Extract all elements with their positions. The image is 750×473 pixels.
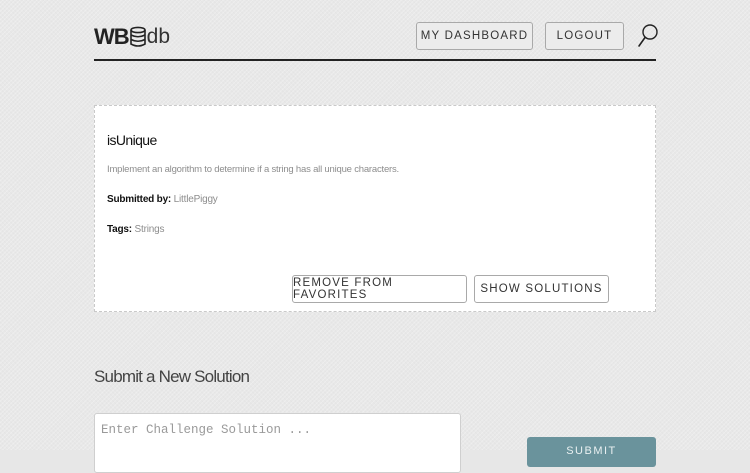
submitted-by-user-link[interactable]: LittlePiggy bbox=[174, 194, 218, 205]
site-header: WB db MY DASHBOARD LOGOUT bbox=[94, 0, 659, 61]
submitted-by-label: Submitted by: bbox=[107, 194, 172, 205]
database-stack-icon bbox=[129, 26, 146, 47]
logo-wb-text: WB bbox=[94, 24, 130, 49]
tag-link[interactable]: Strings bbox=[135, 224, 165, 235]
submitted-by-line: Submitted by: LittlePiggy bbox=[107, 194, 218, 205]
show-solutions-button[interactable]: SHOW SOLUTIONS bbox=[474, 275, 609, 303]
challenge-description: Implement an algorithm to determine if a… bbox=[107, 164, 399, 175]
submit-solution-heading: Submit a New Solution bbox=[94, 367, 250, 386]
submit-button[interactable]: SUBMIT bbox=[527, 437, 656, 467]
tags-line: Tags: Strings bbox=[107, 224, 164, 235]
logout-button[interactable]: LOGOUT bbox=[545, 22, 624, 50]
search-icon[interactable] bbox=[637, 23, 659, 49]
solution-input[interactable] bbox=[94, 413, 461, 473]
challenge-card: isUnique Implement an algorithm to deter… bbox=[94, 105, 656, 312]
logo-db-text: db bbox=[146, 25, 171, 48]
remove-from-favorites-button[interactable]: REMOVE FROM FAVORITES bbox=[292, 275, 467, 303]
tags-label: Tags: bbox=[107, 224, 132, 235]
challenge-title: isUnique bbox=[107, 132, 157, 148]
site-logo[interactable]: WB db bbox=[94, 22, 170, 52]
my-dashboard-button[interactable]: MY DASHBOARD bbox=[416, 22, 533, 50]
